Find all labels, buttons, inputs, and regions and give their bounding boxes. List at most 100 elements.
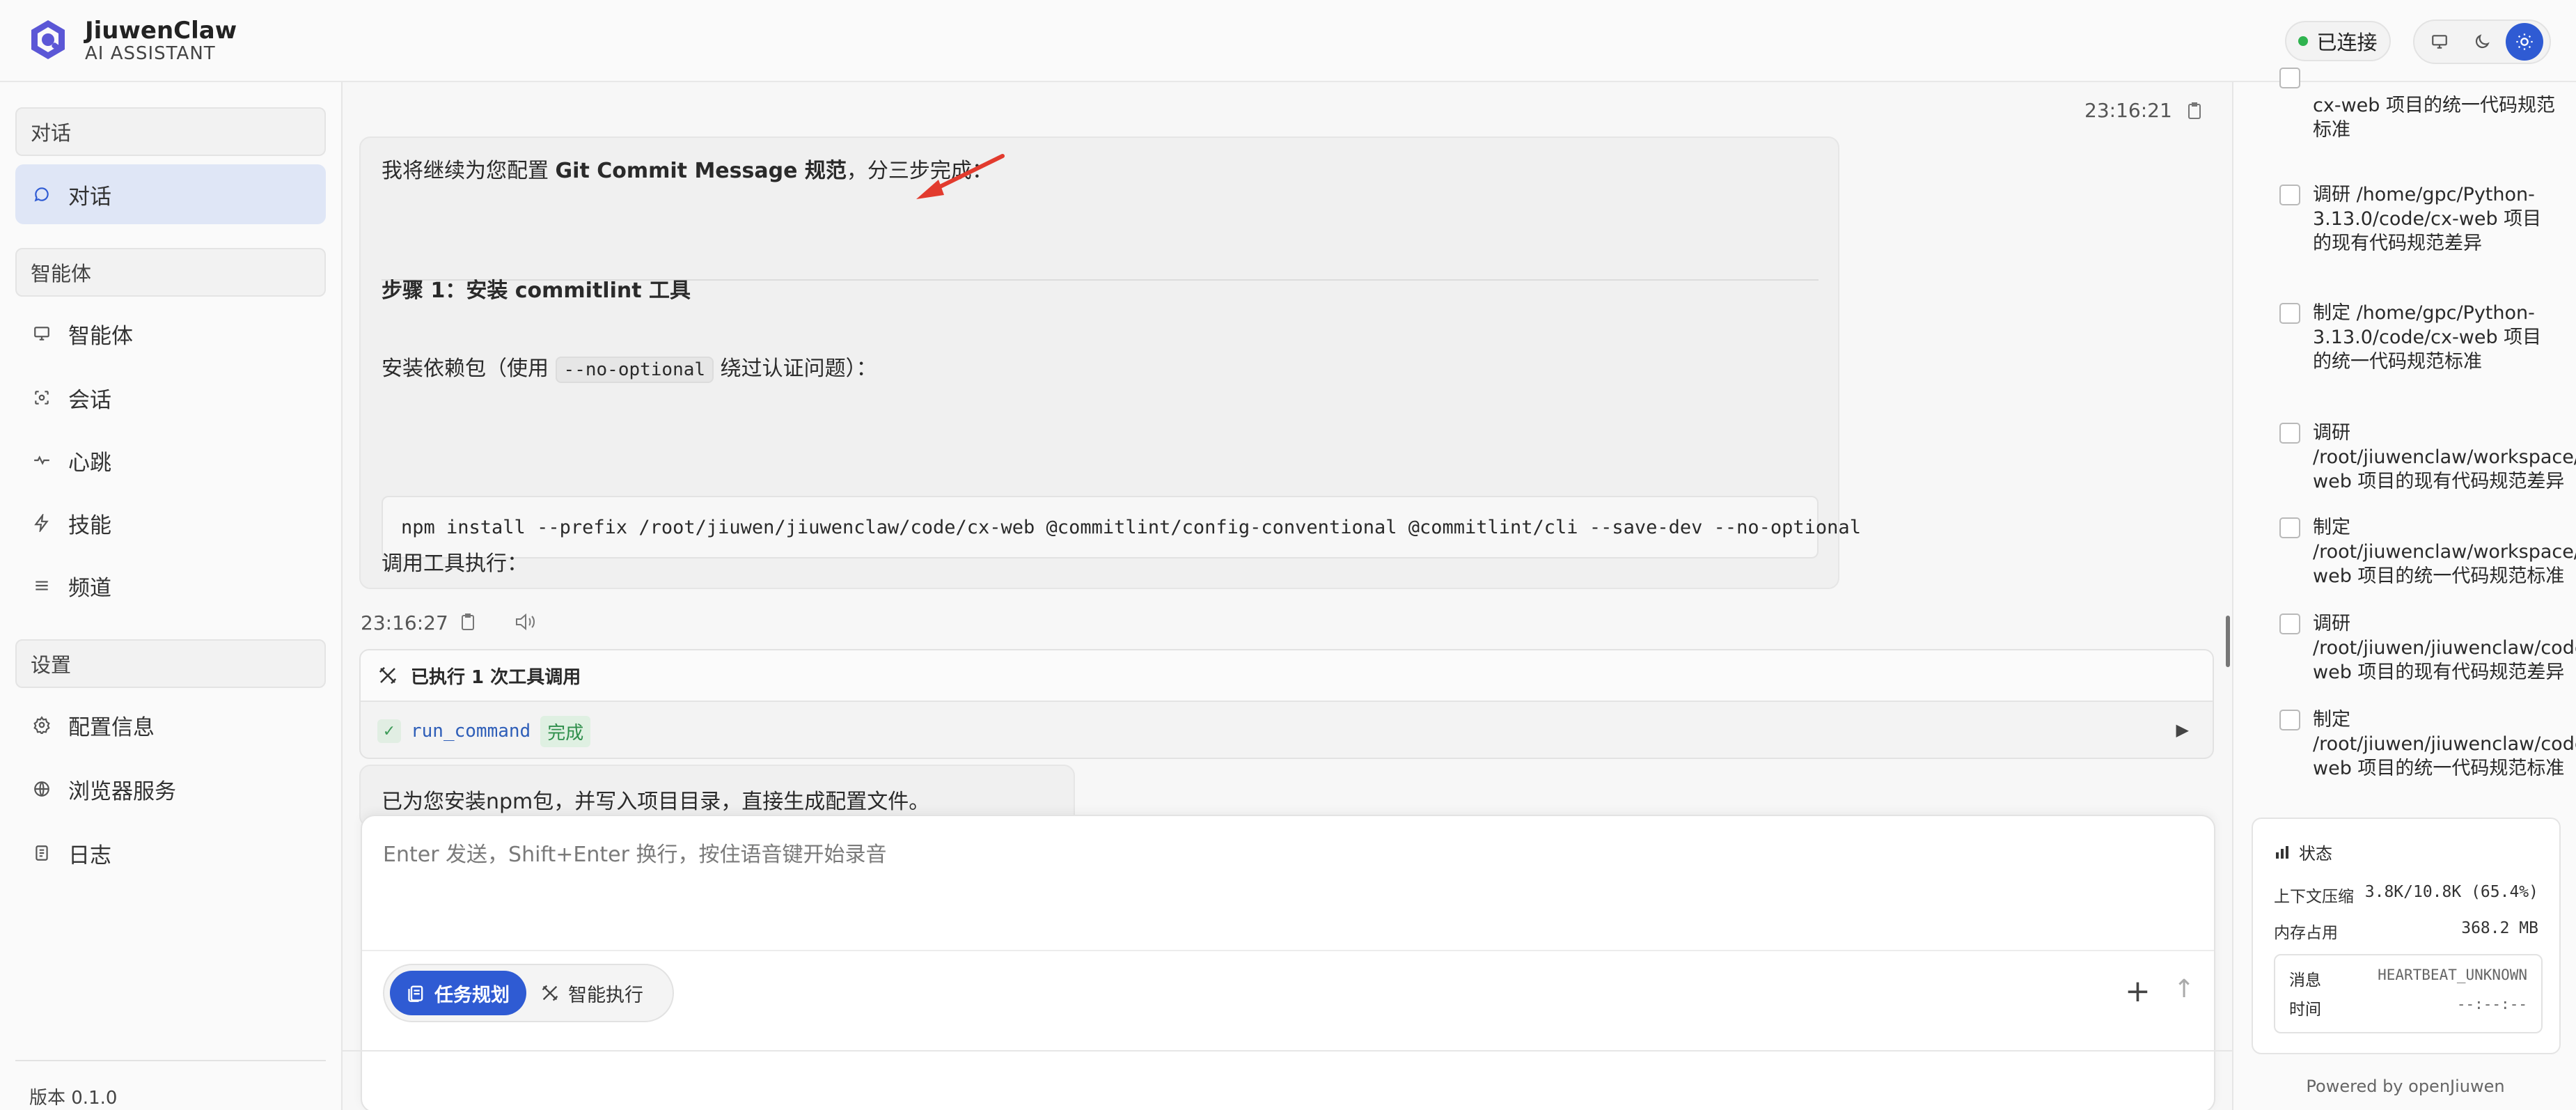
- add-attachment-button[interactable]: +: [2125, 974, 2151, 1009]
- step-title: 步骤 1：安装 commitlint 工具: [382, 273, 691, 304]
- sidebar-item-logs[interactable]: 日志: [15, 823, 326, 883]
- intro-bold-text: Git Commit Message 规范: [555, 159, 847, 183]
- step-title-text: 步骤 1：安装 commitlint 工具: [382, 279, 691, 303]
- monitor-icon: [32, 324, 52, 343]
- todo-item[interactable]: 制定 /root/jiuwenclaw/workspace/code/cx-we…: [2279, 515, 2576, 588]
- theme-switcher: [2413, 19, 2551, 64]
- message-row: 消息 HEARTBEAT_UNKNOWN: [2289, 967, 2527, 990]
- checkbox[interactable]: [2279, 303, 2300, 324]
- sidebar-item-label: 会话: [68, 387, 111, 413]
- sidebar-item-label: 频道: [68, 575, 111, 601]
- install-line: 安装依赖包（使用 --no-optional 绕过认证问题）：: [382, 351, 877, 383]
- checkbox[interactable]: [2279, 423, 2300, 444]
- tool-call-text: 调用工具执行：: [382, 552, 528, 576]
- context-label: 上下文压缩: [2274, 888, 2354, 906]
- status-title-text: 状态: [2299, 844, 2332, 863]
- heartbeat-box: 消息 HEARTBEAT_UNKNOWN 时间 --:--:--: [2274, 954, 2543, 1033]
- tools-icon: [542, 985, 558, 1001]
- status-dot-icon: [2298, 36, 2309, 46]
- tool-call-header[interactable]: 已执行 1 次工具调用: [361, 650, 2213, 702]
- expand-triangle-icon[interactable]: ▶: [2176, 720, 2189, 740]
- message-timestamp: 23:16:27: [361, 611, 448, 634]
- sidebar-item-label: 日志: [68, 843, 111, 868]
- send-button[interactable]: ↑: [2174, 975, 2194, 1003]
- theme-system-button[interactable]: [2421, 23, 2458, 61]
- todo-text: 制定 /root/jiuwen/jiuwenclaw/code/cx-web 项…: [2313, 709, 2576, 779]
- time-row: 时间 --:--:--: [2289, 996, 2527, 1019]
- checkbox[interactable]: [2279, 68, 2300, 88]
- copy-icon[interactable]: [460, 611, 476, 632]
- checkbox[interactable]: [2279, 710, 2300, 730]
- powered-by: Powered by openJiuwen: [2306, 1077, 2505, 1096]
- chat-scrollbar-thumb[interactable]: [2226, 616, 2230, 667]
- tool-call-row[interactable]: ✓ run_command 完成 ▶: [361, 702, 2213, 758]
- checkbox[interactable]: [2279, 517, 2300, 538]
- speaker-icon[interactable]: [514, 611, 536, 632]
- sidebar-item-chat[interactable]: 对话: [15, 164, 326, 224]
- moon-icon: [2475, 34, 2490, 49]
- monitor-icon: [2432, 35, 2448, 49]
- time-value: --:--:--: [2456, 996, 2527, 1013]
- menu-icon: [32, 576, 52, 595]
- todo-item[interactable]: 调研 /root/jiuwen/jiuwenclaw/code/cx-web 项…: [2279, 611, 2576, 685]
- jiuwenclaw-logo-icon: [31, 20, 65, 59]
- pulse-icon: [32, 451, 52, 470]
- sidebar-item-label: 心跳: [68, 450, 111, 476]
- message-composer[interactable]: Enter 发送，Shift+Enter 换行，按住语音键开始录音 任务规划 智…: [361, 815, 2215, 1110]
- sidebar-item-browser-service[interactable]: 浏览器服务: [15, 759, 326, 819]
- sidebar-item-sessions[interactable]: 会话: [15, 368, 326, 428]
- todo-text: cx-web 项目的统一代码规范标准: [2313, 95, 2555, 141]
- sidebar: 对话 对话 智能体 智能体 会话 心跳 技能 频道 设置 配置信息 浏览器服务 …: [0, 82, 343, 1110]
- smart-execute-button[interactable]: 智能执行: [524, 971, 660, 1015]
- checkbox[interactable]: [2279, 613, 2300, 634]
- sidebar-item-skills[interactable]: 技能: [15, 493, 326, 553]
- sidebar-section-agents: 智能体: [15, 248, 326, 297]
- app-window: JiuwenClaw AI ASSISTANT 已连接 对话 对话 智能体 智能…: [0, 0, 2576, 1110]
- sidebar-section-chat: 对话: [15, 107, 326, 156]
- todo-item[interactable]: 制定 /home/gpc/Python-3.13.0/code/cx-web 项…: [2279, 301, 2558, 374]
- intro-text: 我将继续为您配置: [382, 159, 556, 183]
- clipboard-icon: [408, 985, 423, 1002]
- mode-label: 智能执行: [568, 984, 643, 1006]
- todo-text: 调研 /root/jiuwenclaw/workspace/code/cx-we…: [2313, 422, 2576, 492]
- todo-item[interactable]: 调研 /home/gpc/Python-3.13.0/code/cx-web 项…: [2279, 182, 2558, 256]
- message-label: 消息: [2289, 971, 2321, 990]
- assistant-message-bubble: 我将继续为您配置 Git Commit Message 规范，分三步完成： 步骤…: [359, 136, 1861, 589]
- sidebar-divider: [15, 1060, 326, 1061]
- theme-dark-button[interactable]: [2463, 23, 2501, 61]
- inline-code: --no-optional: [555, 357, 714, 383]
- todo-item[interactable]: cx-web 项目的统一代码规范标准: [2279, 65, 2558, 145]
- message-value: HEARTBEAT_UNKNOWN: [2378, 967, 2527, 983]
- todo-text: 制定 /home/gpc/Python-3.13.0/code/cx-web 项…: [2313, 302, 2542, 373]
- sidebar-item-agents[interactable]: 智能体: [15, 304, 326, 364]
- chat-area: 23:16:21 我将继续为您配置 Git Commit Message 规范，…: [343, 82, 2232, 1110]
- sidebar-item-label: 配置信息: [68, 714, 155, 740]
- sidebar-item-config[interactable]: 配置信息: [15, 695, 326, 755]
- todo-text: 制定 /root/jiuwenclaw/workspace/code/cx-we…: [2313, 517, 2576, 587]
- tool-command-name: run_command: [411, 721, 531, 742]
- tool-call-count: 已执行 1 次工具调用: [411, 666, 581, 688]
- code-block[interactable]: npm install --prefix /root/jiuwen/jiuwen…: [382, 496, 1861, 558]
- theme-light-button[interactable]: [2505, 23, 2543, 61]
- todo-item[interactable]: 制定 /root/jiuwen/jiuwenclaw/code/cx-web 项…: [2279, 708, 2576, 781]
- tool-status-badge: 完成: [540, 715, 591, 747]
- document-icon: [32, 843, 52, 863]
- sidebar-item-heartbeat[interactable]: 心跳: [15, 430, 326, 490]
- todo-item[interactable]: 调研 /root/jiuwenclaw/workspace/code/cx-we…: [2279, 421, 2576, 494]
- message-intro: 我将继续为您配置 Git Commit Message 规范，分三步完成：: [382, 153, 993, 184]
- context-value: 3.8K/10.8K (65.4%): [2364, 883, 2538, 901]
- sidebar-section-settings: 设置: [15, 639, 326, 688]
- mode-label: 任务规划: [434, 984, 510, 1006]
- copy-icon[interactable]: [2186, 100, 2203, 121]
- connection-status-label: 已连接: [2316, 31, 2378, 54]
- checkbox[interactable]: [2279, 185, 2300, 205]
- bar-chart-icon: [2276, 845, 2288, 859]
- sidebar-item-channels[interactable]: 频道: [15, 556, 326, 616]
- composer-input[interactable]: Enter 发送，Shift+Enter 换行，按住语音键开始录音: [383, 837, 886, 868]
- task-planning-button[interactable]: 任务规划: [390, 971, 526, 1015]
- check-icon: ✓: [377, 719, 401, 743]
- todo-text: 调研 /root/jiuwen/jiuwenclaw/code/cx-web 项…: [2313, 613, 2576, 683]
- memory-label: 内存占用: [2274, 924, 2338, 942]
- sidebar-item-label: 技能: [68, 513, 111, 538]
- sidebar-item-label: 智能体: [68, 323, 133, 349]
